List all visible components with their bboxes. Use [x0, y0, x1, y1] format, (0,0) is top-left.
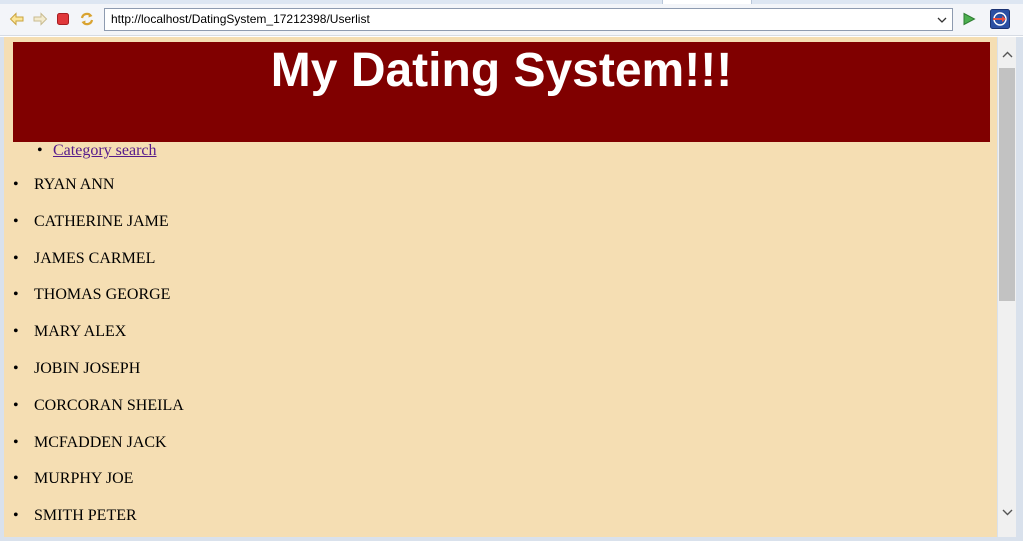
user-name: MARY ALEX [34, 323, 127, 341]
bullet: • [13, 433, 19, 451]
stop-button[interactable] [54, 10, 72, 28]
bullet: • [13, 176, 19, 193]
list-item: • MURPHY JOE [13, 469, 184, 506]
bullet: • [13, 286, 19, 304]
user-name: SMITH PETER [34, 507, 137, 525]
chevron-down-icon [1002, 509, 1012, 515]
user-name: JOBIN JOSEPH [34, 359, 141, 377]
scroll-up-button[interactable] [998, 45, 1016, 63]
back-arrow-icon [9, 12, 24, 26]
stop-icon [57, 13, 69, 25]
vertical-scrollbar[interactable] [998, 37, 1016, 537]
list-item: • JAMES CARMEL [13, 249, 184, 286]
url-input[interactable] [105, 9, 931, 30]
forward-arrow-icon [33, 12, 48, 26]
user-name: RYAN ANN [34, 176, 115, 193]
external-browser-icon [990, 9, 1010, 29]
bullet: • [13, 249, 19, 267]
refresh-button[interactable] [78, 10, 96, 28]
window-right-edge [1016, 37, 1023, 541]
go-button[interactable] [960, 10, 978, 28]
window-bottom-edge [0, 537, 1023, 541]
list-item: • THOMAS GEORGE [13, 285, 184, 322]
list-item: • MCFADDEN JACK [13, 433, 184, 470]
bullet: • [13, 470, 19, 488]
header-banner: My Dating System!!! [13, 42, 990, 142]
bullet: • [13, 507, 19, 525]
forward-button[interactable] [31, 10, 49, 28]
list-item: • JOBIN JOSEPH [13, 359, 184, 396]
nav-item-category-search: Category search [37, 141, 157, 161]
back-button[interactable] [8, 10, 26, 28]
user-name: CORCORAN SHEILA [34, 396, 184, 414]
scrollbar-thumb[interactable] [999, 68, 1015, 301]
bullet: • [13, 323, 19, 341]
user-name: JAMES CARMEL [34, 249, 156, 267]
go-icon [963, 12, 976, 26]
address-bar[interactable] [104, 8, 953, 31]
list-item: • CORCORAN SHEILA [13, 396, 184, 433]
list-item: • MARY ALEX [13, 322, 184, 359]
nav-list: Category search [37, 141, 157, 161]
user-name: CATHERINE JAME [34, 212, 169, 230]
open-external-browser-button[interactable] [990, 9, 1010, 29]
list-item: • SMITH PETER [13, 506, 184, 537]
chevron-up-icon [1002, 51, 1012, 57]
address-dropdown-button[interactable] [931, 9, 952, 30]
bullet: • [13, 359, 19, 377]
chevron-down-icon [937, 17, 946, 23]
bullet: • [13, 212, 19, 230]
user-name: MCFADDEN JACK [34, 433, 167, 451]
scroll-down-button[interactable] [998, 503, 1016, 521]
user-name: MURPHY JOE [34, 470, 134, 488]
list-item: • RYAN ANN [13, 175, 184, 212]
user-name: THOMAS GEORGE [34, 286, 171, 304]
page-title: My Dating System!!! [270, 44, 733, 97]
user-list: • RYAN ANN • CATHERINE JAME • JAMES CARMEL … [13, 175, 184, 537]
category-search-link[interactable]: Category search [53, 142, 157, 159]
web-page: My Dating System!!! Category search • RYA… [4, 37, 997, 537]
refresh-icon [80, 12, 94, 26]
bullet: • [13, 396, 19, 414]
browser-viewport: My Dating System!!! Category search • RYA… [0, 37, 1023, 541]
browser-toolbar [0, 4, 1023, 36]
list-item: • CATHERINE JAME [13, 212, 184, 249]
